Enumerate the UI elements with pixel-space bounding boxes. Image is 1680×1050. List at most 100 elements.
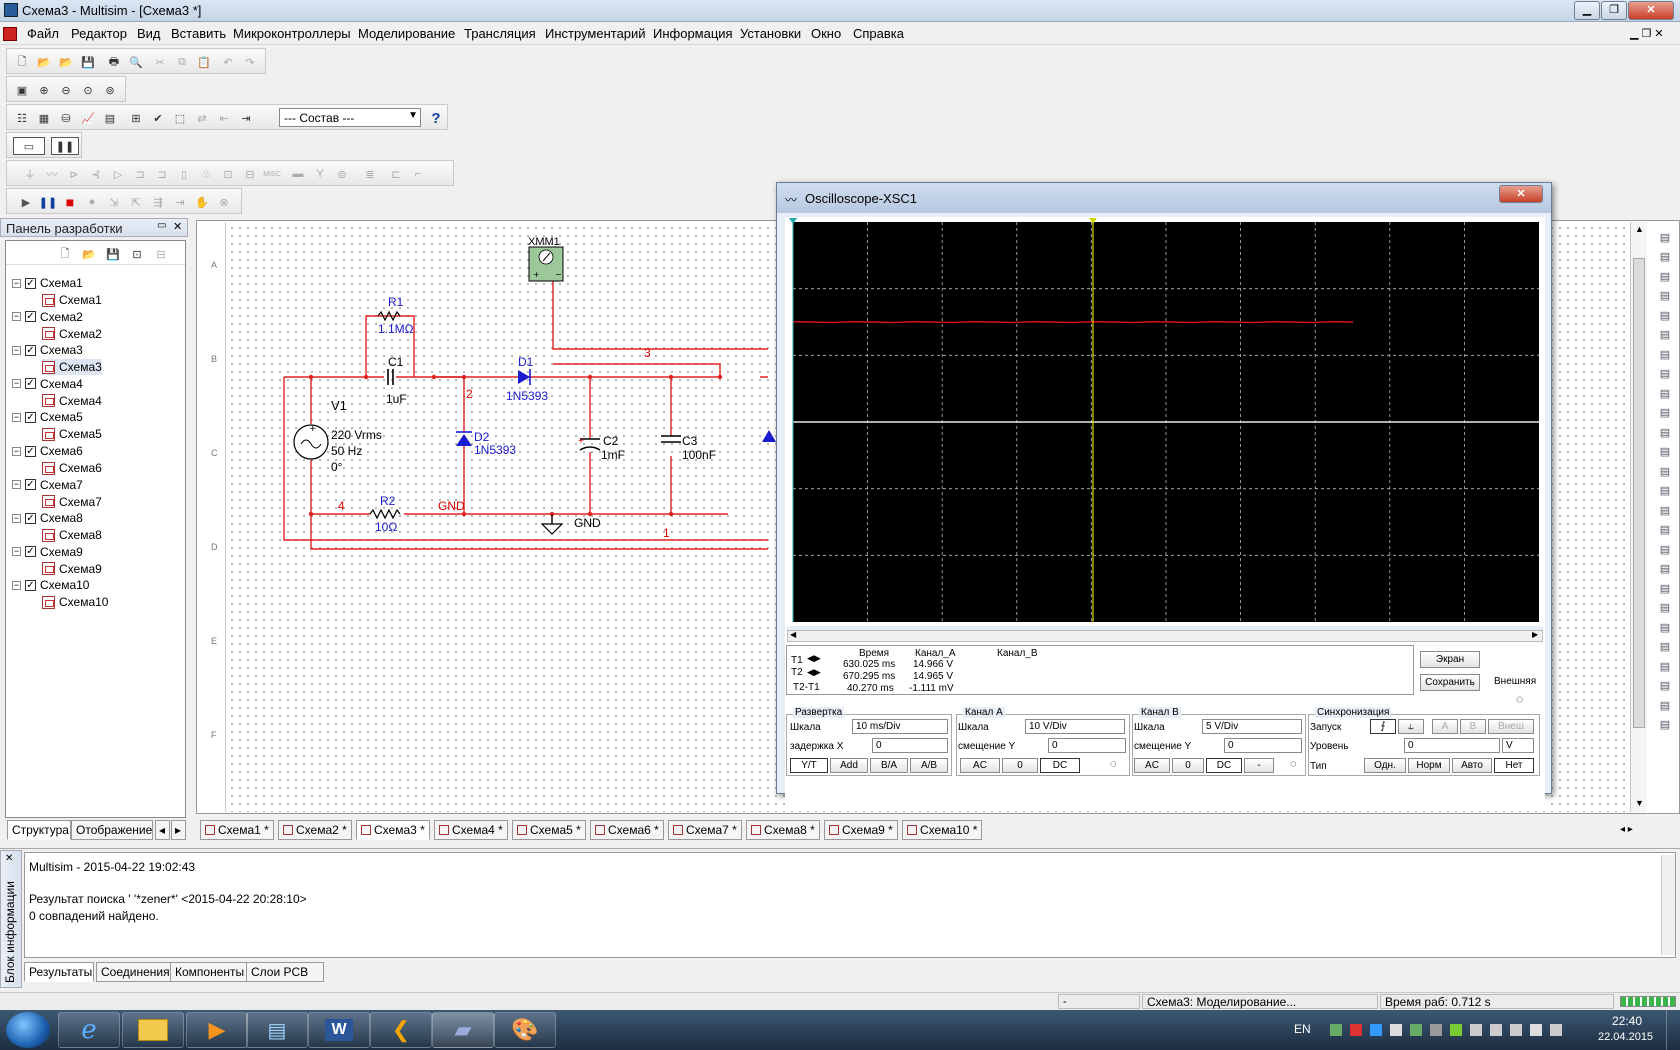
add-button[interactable]: Add <box>830 758 868 773</box>
vscroll-thumb[interactable] <box>1633 258 1645 728</box>
osc-scroll-left-icon[interactable]: ◀ <box>790 630 796 639</box>
checkbox-icon[interactable]: ✓ <box>25 344 36 356</box>
media-taskbar-icon[interactable]: ▶ <box>186 1012 248 1048</box>
doc-tabs-scroll[interactable]: ◂ ▸ <box>1620 824 1633 835</box>
step-into-icon[interactable]: ⇲ <box>105 193 123 211</box>
tree-design-7[interactable]: − ✓ Схема7 <box>12 477 83 493</box>
panel-pin-icon[interactable]: ▭ <box>157 220 166 231</box>
chb-scale-field[interactable]: 5 V/Div <box>1202 719 1302 734</box>
trigger-single-button[interactable]: Одн. <box>1364 758 1406 773</box>
fullscreen-icon[interactable]: ▣ <box>13 81 31 99</box>
paste-icon[interactable]: 📋 <box>195 53 213 71</box>
checkbox-icon[interactable]: ✓ <box>25 579 36 591</box>
tree-design-9[interactable]: − ✓ Схема9 <box>12 544 83 560</box>
trigger-normal-button[interactable]: Норм <box>1408 758 1450 773</box>
trigger-src-ext[interactable]: Внеш <box>1488 719 1534 734</box>
tray-icon-2[interactable] <box>1350 1024 1362 1036</box>
save-button[interactable]: Сохранить <box>1420 674 1480 691</box>
menu-window[interactable]: Окно <box>811 26 841 41</box>
forward-annotate-icon[interactable]: ⇥ <box>237 109 255 127</box>
pause-icon[interactable]: ❚❚ <box>39 193 57 211</box>
tray-icon-1[interactable] <box>1330 1024 1342 1036</box>
t2-arrows-icon[interactable]: ◀▶ <box>807 667 821 678</box>
collapse-icon[interactable]: − <box>12 379 21 389</box>
checkbox-icon[interactable]: ✓ <box>25 479 36 491</box>
collapse-icon[interactable]: − <box>12 278 21 288</box>
trigger-unit-select[interactable]: V <box>1502 738 1534 753</box>
ab-button[interactable]: A/B <box>910 758 948 773</box>
misc-icon[interactable]: MISC <box>263 165 281 183</box>
collapse-icon[interactable]: − <box>12 345 21 355</box>
transistor-icon[interactable]: ⊰ <box>87 165 105 183</box>
chb-offset-field[interactable]: 0 <box>1224 738 1302 753</box>
instrument-icon[interactable]: ▤ <box>1656 228 1674 246</box>
tree-design-10[interactable]: − ✓ Схема10 <box>12 577 89 593</box>
collapse-icon[interactable]: − <box>12 513 21 523</box>
checkbox-icon[interactable]: ✓ <box>25 411 36 423</box>
design-toolbox-icon[interactable]: ☷ <box>13 109 31 127</box>
breakpoint-icon[interactable]: ⊗ <box>215 193 233 211</box>
instrument-icon[interactable]: ▤ <box>1656 423 1674 441</box>
menu-reports[interactable]: Информация <box>653 26 733 41</box>
tray-icon-7[interactable] <box>1450 1024 1462 1036</box>
run-to-cursor-icon[interactable]: ⇥ <box>171 193 189 211</box>
step-over-icon[interactable]: ⇱ <box>127 193 145 211</box>
close-design-icon[interactable]: ⊡ <box>128 245 146 263</box>
doc-tab-10[interactable]: Схема10 * <box>902 820 982 840</box>
collapse-icon[interactable]: − <box>12 547 21 557</box>
doc-tab-6[interactable]: Схема6 * <box>590 820 664 840</box>
tree-sheet-8[interactable]: Схема8 <box>42 527 102 543</box>
schematic-drawing[interactable]: + + − <box>228 224 788 584</box>
tray-icon-6[interactable] <box>1430 1024 1442 1036</box>
component-wizard-icon[interactable]: ⊞ <box>127 109 145 127</box>
menu-mcu[interactable]: Микроконтроллеры <box>233 26 351 41</box>
cut-icon[interactable]: ✂ <box>151 53 169 71</box>
tree-design-4[interactable]: − ✓ Схема4 <box>12 376 83 392</box>
open-icon[interactable]: 📂 <box>35 53 53 71</box>
trigger-level-field[interactable]: 0 <box>1404 738 1500 753</box>
instrument-icon[interactable]: ▤ <box>1656 345 1674 363</box>
instrument-icon[interactable]: ▤ <box>1656 501 1674 519</box>
open-design-icon[interactable]: 📂 <box>80 245 98 263</box>
wire-icon[interactable]: ⌐ <box>409 165 427 183</box>
bus-icon[interactable]: ≣ <box>361 165 379 183</box>
close-button[interactable]: ✕ <box>1628 1 1674 20</box>
network-icon[interactable] <box>1530 1024 1542 1036</box>
explorer-taskbar-icon[interactable] <box>122 1012 184 1048</box>
instrument-icon[interactable]: ▤ <box>1656 482 1674 500</box>
tree-sheet-10[interactable]: Схема10 <box>42 594 108 610</box>
erc-icon[interactable]: ✔ <box>149 109 167 127</box>
tray-icon-9[interactable] <box>1490 1024 1502 1036</box>
tree-sheet-5[interactable]: Схема5 <box>42 426 102 442</box>
analysis-icon[interactable]: ▤ <box>101 109 119 127</box>
tab-next-icon[interactable]: ▸ <box>171 820 186 840</box>
stop-icon[interactable]: ■ <box>61 193 79 211</box>
instrument-icon[interactable]: ▤ <box>1656 462 1674 480</box>
doc-tab-5[interactable]: Схема5 * <box>512 820 586 840</box>
instrument-icon[interactable]: ▤ <box>1656 384 1674 402</box>
results-vscroll[interactable] <box>1661 855 1675 955</box>
collapse-icon[interactable]: − <box>12 412 21 422</box>
cmos-icon[interactable]: ⊐ <box>153 165 171 183</box>
analog-icon[interactable]: ▷ <box>109 165 127 183</box>
zoom-fit-icon[interactable]: ⊚ <box>101 81 119 99</box>
checkbox-icon[interactable]: ✓ <box>25 311 36 323</box>
rf-icon[interactable]: ▬ <box>289 165 307 183</box>
tray-icon-8[interactable] <box>1470 1024 1482 1036</box>
open-sample-icon[interactable]: 📂 <box>57 53 75 71</box>
tree-sheet-7[interactable]: Схема7 <box>42 494 102 510</box>
rising-edge-icon[interactable]: ⨍ <box>1370 719 1396 734</box>
instrument-icon[interactable]: ▤ <box>1656 326 1674 344</box>
tree-design-6[interactable]: − ✓ Схема6 <box>12 443 83 459</box>
transfer-icon[interactable]: ⇄ <box>193 109 211 127</box>
cha-offset-field[interactable]: 0 <box>1048 738 1126 753</box>
scroll-up-icon[interactable]: ▲ <box>1635 224 1644 234</box>
volume-icon[interactable] <box>1510 1024 1522 1036</box>
word-taskbar-icon[interactable]: W <box>308 1012 370 1048</box>
tree-sheet-9[interactable]: Схема9 <box>42 561 102 577</box>
ext-trigger-terminal-icon[interactable]: ◌ <box>1516 692 1523 706</box>
save-design-icon[interactable]: 💾 <box>104 245 122 263</box>
chb-ac-button[interactable]: AC <box>1134 758 1170 773</box>
collapse-icon[interactable]: − <box>12 312 21 322</box>
select-icon[interactable]: ⬚ <box>171 109 189 127</box>
